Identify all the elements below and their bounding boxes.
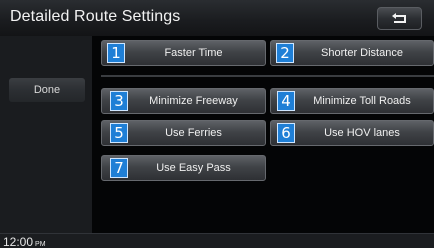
option-label: Use Ferries	[165, 127, 222, 139]
number-badge: 4	[277, 91, 295, 111]
page-title: Detailed Route Settings	[10, 8, 181, 25]
option-label: Faster Time	[164, 47, 223, 59]
number-badge: 7	[110, 158, 128, 178]
number-badge: 6	[277, 123, 295, 143]
option-faster-time[interactable]: Faster Time	[101, 40, 266, 66]
title-bar: Detailed Route Settings	[0, 0, 434, 37]
return-arrow-icon	[392, 13, 406, 23]
number-badge: 3	[110, 91, 128, 111]
option-label: Use Easy Pass	[156, 162, 231, 174]
option-shorter-distance[interactable]: Shorter Distance	[270, 40, 434, 66]
back-button[interactable]	[377, 7, 422, 30]
number-badge: 1	[107, 43, 125, 63]
divider	[101, 75, 434, 77]
route-settings-screen: Detailed Route Settings Done Faster Time…	[0, 0, 434, 248]
clock: 12:00 PM	[3, 235, 46, 248]
option-label: Minimize Freeway	[149, 95, 238, 107]
left-panel: Done	[0, 36, 92, 233]
done-button[interactable]: Done	[9, 78, 85, 102]
option-label: Shorter Distance	[321, 47, 403, 59]
option-label: Use HOV lanes	[324, 127, 400, 139]
option-label: Minimize Toll Roads	[313, 95, 411, 107]
number-badge: 2	[276, 43, 294, 63]
status-bar: 12:00 PM	[0, 233, 434, 248]
clock-time: 12:00	[3, 235, 34, 248]
number-badge: 5	[110, 123, 128, 143]
clock-ampm: PM	[35, 241, 46, 248]
